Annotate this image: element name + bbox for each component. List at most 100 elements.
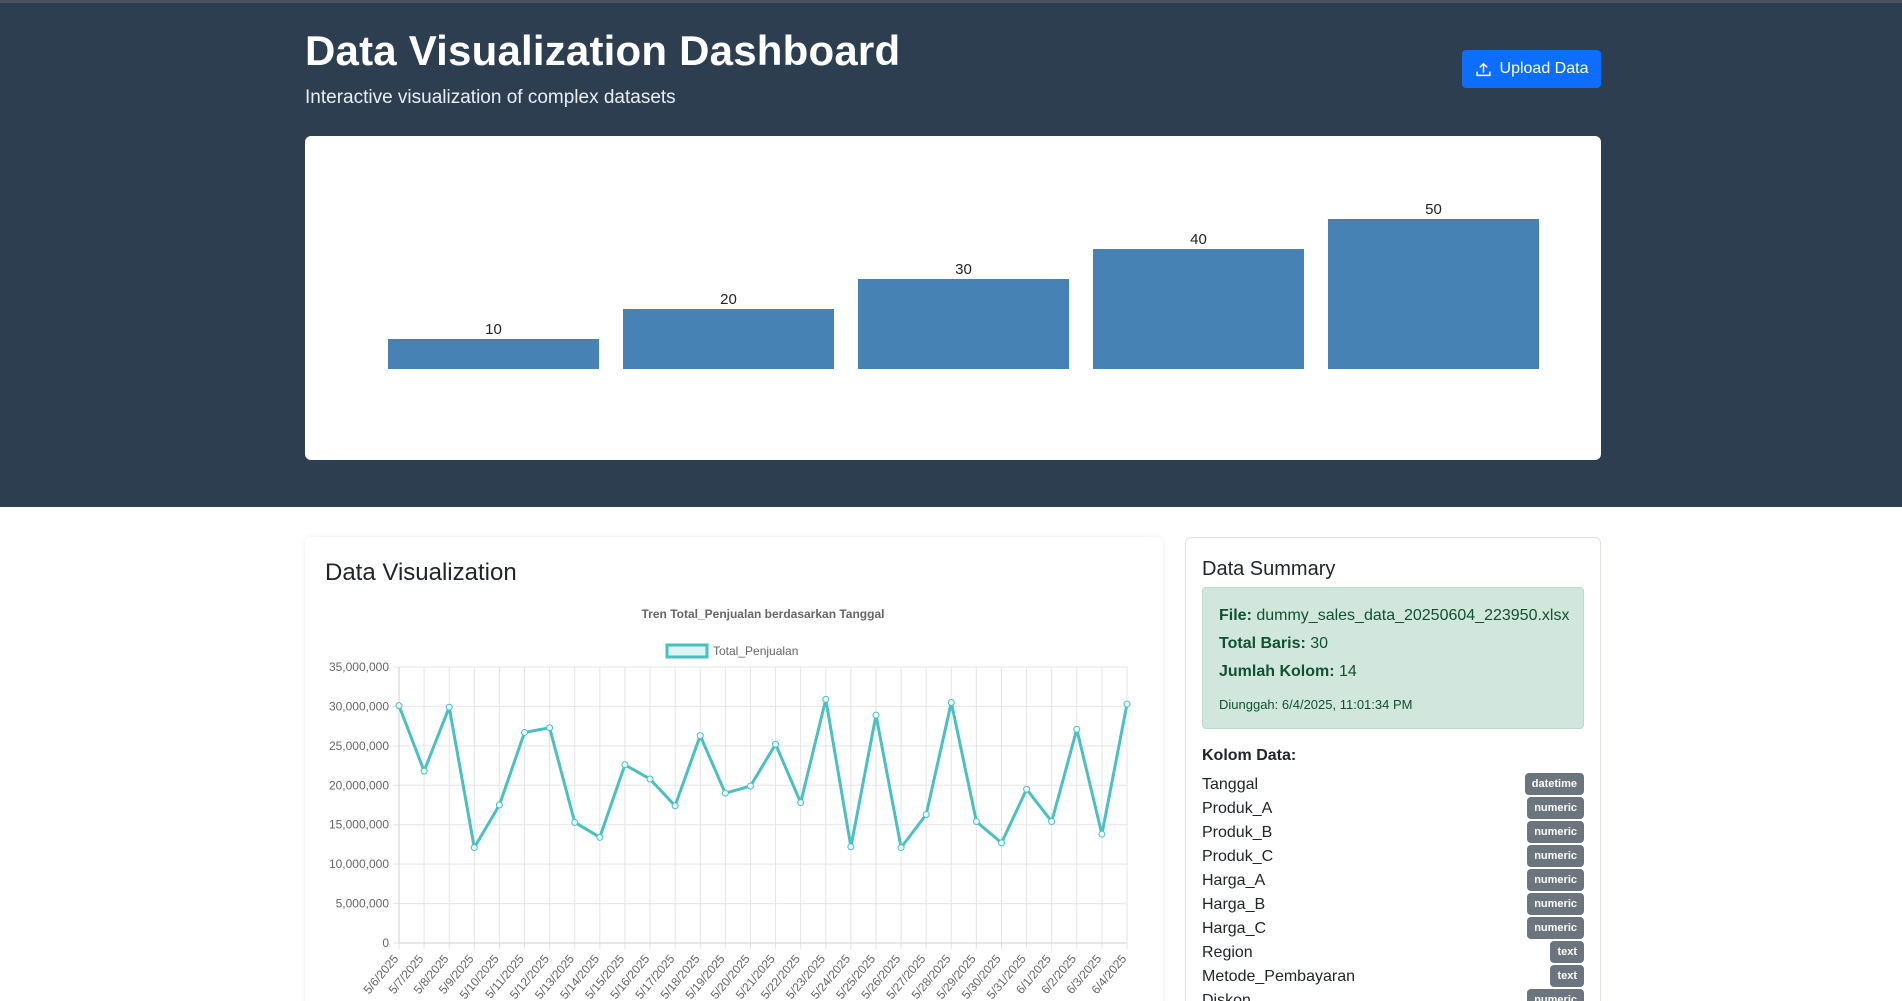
data-point [872,711,880,719]
data-point [822,695,830,703]
data-point [420,767,428,775]
legend-swatch [665,643,709,659]
rows-label: Total Baris: [1219,635,1306,652]
bar-chart: 10 20 30 40 50 [388,201,1539,369]
hero-section: Data Visualization Dashboard Interactive… [0,3,1902,507]
rows-value: 30 [1310,635,1329,652]
column-name: Harga_C [1202,920,1267,937]
line-chart: Tren Total_Penjualan berdasarkan Tanggal… [329,607,1131,1001]
data-point [1098,830,1106,838]
column-name: Region [1202,944,1253,961]
column-row: Tanggal datetime [1202,773,1584,797]
column-row: Diskon numeric [1202,989,1584,1001]
column-row: Harga_B numeric [1202,893,1584,917]
data-point [746,782,754,790]
column-type-badge: numeric [1527,821,1584,843]
chart-title: Tren Total_Penjualan berdasarkan Tanggal [642,607,885,621]
data-point [596,833,604,841]
data-point [671,802,679,810]
y-tick-label: 20,000,000 [329,778,389,792]
upload-data-label: Upload Data [1499,60,1589,77]
cols-value: 14 [1339,663,1357,680]
bar [858,279,1069,369]
column-type-badge: text [1550,941,1584,963]
column-type-badge: numeric [1527,989,1584,1001]
column-type-badge: numeric [1527,917,1584,939]
data-point [495,801,503,809]
data-point [947,698,955,706]
data-point [470,844,478,852]
data-point [1023,785,1031,793]
data-point [847,843,855,851]
hero-chart-card: 10 20 30 40 50 [305,136,1601,460]
column-type-badge: text [1550,965,1584,987]
column-name: Harga_A [1202,872,1266,889]
column-name: Produk_C [1202,848,1274,865]
bar-data-label: 40 [1190,231,1207,248]
series-line [397,697,1129,850]
column-row: Harga_A numeric [1202,869,1584,893]
data-point [546,724,554,732]
y-tick-label: 5,000,000 [336,897,390,911]
bar [388,339,599,369]
data-point [445,703,453,711]
bar [1093,249,1304,369]
file-info-box: File: dummy_sales_data_20250604_223950.x… [1202,587,1584,729]
y-tick-label: 35,000,000 [329,660,389,674]
data-point [772,740,780,748]
upload-data-button[interactable]: Upload Data [1462,50,1601,88]
bar-data-label: 30 [955,261,972,278]
data-point [571,818,579,826]
legend-label: Total_Penjualan [713,644,798,658]
column-row: Produk_C numeric [1202,845,1584,869]
column-type-badge: numeric [1527,869,1584,891]
data-point [1073,725,1081,733]
data-point [997,839,1005,847]
data-point [797,799,805,807]
y-tick-label: 15,000,000 [329,818,389,832]
column-row: Produk_A numeric [1202,797,1584,821]
column-row: Region text [1202,941,1584,965]
file-label: File: [1219,607,1252,624]
column-row: Harga_C numeric [1202,917,1584,941]
columns-heading: Kolom Data: [1202,747,1297,764]
column-name: Diskon [1202,992,1251,1001]
column-type-badge: numeric [1527,845,1584,867]
column-name: Produk_A [1202,800,1273,817]
cols-label: Jumlah Kolom: [1219,663,1335,680]
column-type-badge: datetime [1524,773,1584,795]
file-value: dummy_sales_data_20250604_223950.xlsx [1256,607,1570,624]
page-title: Data Visualization Dashboard [305,27,901,74]
data-point [897,844,905,852]
summary-title: Data Summary [1202,558,1336,580]
data-point [972,818,980,826]
data-point [621,761,629,769]
bar [623,309,834,369]
data-point [521,728,529,736]
upload-timestamp: Diunggah: 6/4/2025, 11:01:34 PM [1219,697,1413,712]
data-point [721,789,729,797]
column-type-badge: numeric [1527,797,1584,819]
y-tick-label: 25,000,000 [329,739,389,753]
bar-data-label: 20 [720,291,737,308]
data-summary-card: Data Summary File: dummy_sales_data_2025… [1185,537,1601,1001]
data-point [696,732,704,740]
cols-line: Jumlah Kolom: 14 [1219,663,1357,681]
column-type-badge: numeric [1527,893,1584,915]
bar-data-label: 10 [485,321,502,338]
column-row: Metode_Pembayaran text [1202,965,1584,989]
y-tick-label: 10,000,000 [329,857,389,871]
column-name: Tanggal [1202,776,1259,793]
data-point [395,702,403,710]
bar [1328,219,1539,369]
data-point [646,775,654,783]
bar-data-label: 50 [1425,201,1442,218]
visualization-card: Data Visualization Tren Total_Penjualan … [305,537,1163,1001]
rows-line: Total Baris: 30 [1219,635,1328,653]
column-name: Harga_B [1202,896,1266,913]
column-name: Metode_Pembayaran [1202,968,1355,985]
page-subtitle: Interactive visualization of complex dat… [305,87,676,108]
y-tick-label: 0 [382,936,389,950]
column-name: Produk_B [1202,824,1273,841]
column-row: Produk_B numeric [1202,821,1584,845]
